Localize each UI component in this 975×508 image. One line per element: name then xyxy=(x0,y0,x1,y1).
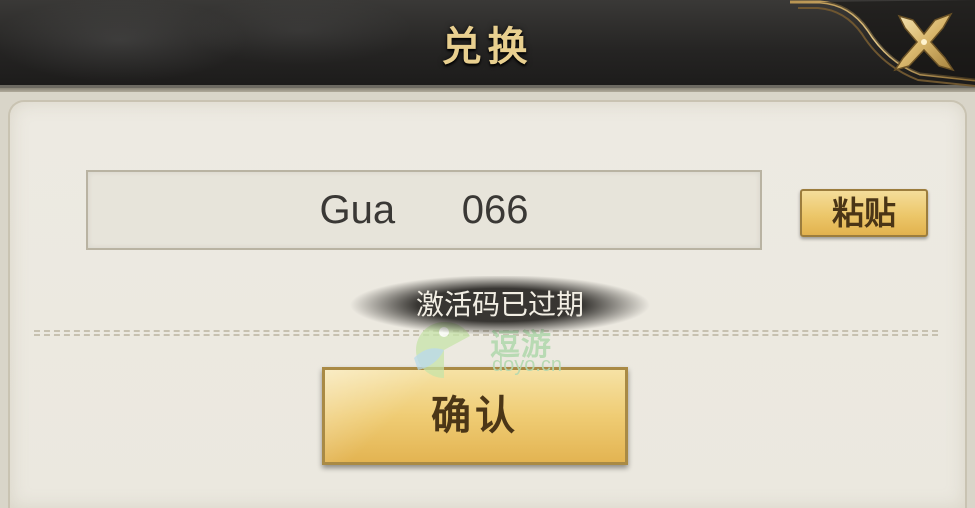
close-x-icon xyxy=(893,12,955,72)
dialog-body: 粘贴 确认 逗游 doyo.cn 激活码已过期 xyxy=(0,92,975,508)
redeem-dialog: 兑换 Gua 066 粘贴 确认 逗游 doyo.cn 激活码已过期 xyxy=(0,0,975,508)
redeem-code-input[interactable] xyxy=(86,170,762,250)
watermark-url: doyo.cn xyxy=(492,354,563,376)
dialog-header: 兑换 xyxy=(0,0,975,93)
paste-button[interactable]: 粘贴 xyxy=(800,189,928,237)
toast-message: 激活码已过期 xyxy=(348,276,652,334)
close-button[interactable] xyxy=(891,10,957,76)
close-button-frame xyxy=(790,0,975,88)
